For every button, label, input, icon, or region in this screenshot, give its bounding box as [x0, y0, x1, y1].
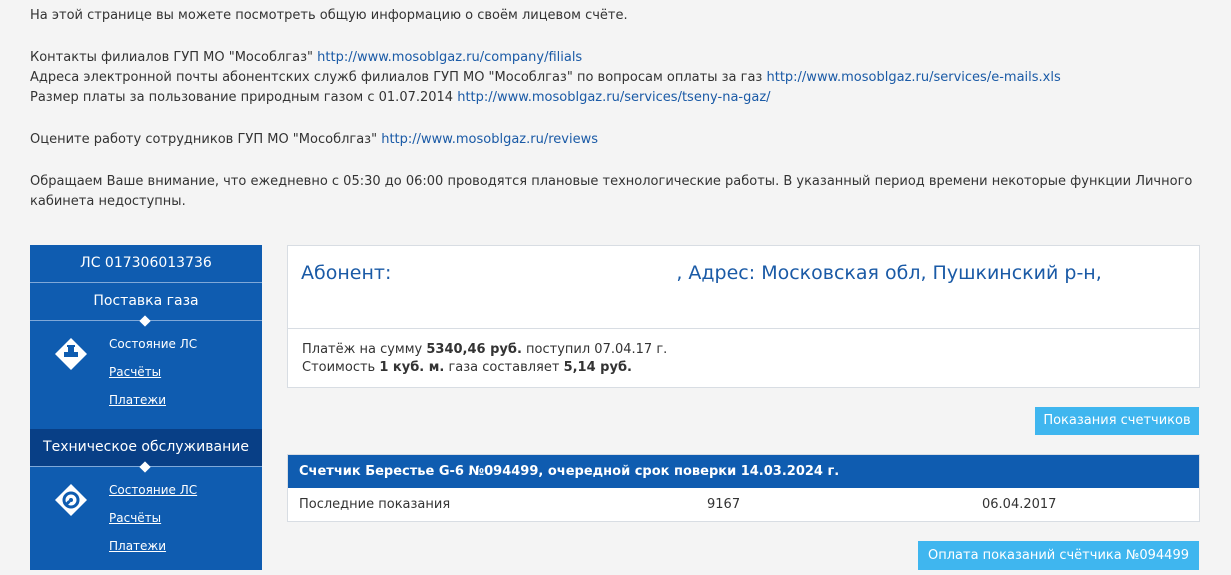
reading-value: 9167: [707, 497, 741, 512]
abonent-panel: Абонент: , Адрес: Московская обл, Пушкинс…: [287, 245, 1200, 388]
contacts-line: Контакты филиалов ГУП МО "Мособлгаз" htt…: [30, 48, 1210, 68]
section-title: Техническое обслуживание: [43, 439, 249, 455]
price-label: Размер платы за пользование природным га…: [30, 90, 454, 105]
payment-amount: 5340,46 руб.: [426, 342, 522, 357]
review-link[interactable]: http://www.mosoblgaz.ru/reviews: [381, 132, 598, 147]
divider: [288, 328, 1199, 329]
gas-supply-menu: Состояние ЛС Расчёты Платежи: [30, 321, 262, 429]
intro-line: На этой странице вы можете посмотреть об…: [30, 8, 628, 23]
gas-price: 5,14 руб.: [563, 360, 632, 375]
price-line: Размер платы за пользование природным га…: [30, 88, 1210, 108]
sidebar-item-gas-status[interactable]: Состояние ЛС: [109, 335, 197, 363]
contacts-link[interactable]: http://www.mosoblgaz.ru/company/filials: [317, 50, 582, 65]
sidebar-item-gas-payments[interactable]: Платежи: [109, 391, 197, 419]
sidebar-item-maintenance-payments[interactable]: Платежи: [109, 537, 197, 565]
meter-table: Счетчик Берестье G-6 №094499, очередной …: [287, 454, 1200, 522]
emails-label: Адреса электронной почты абонентских слу…: [30, 70, 763, 85]
sidebar-section-maintenance[interactable]: Техническое обслуживание: [30, 429, 262, 473]
reading-label: Последние показания: [299, 497, 451, 512]
contacts-label: Контакты филиалов ГУП МО "Мособлгаз": [30, 50, 313, 65]
sidebar-section-gas-supply[interactable]: Поставка газа: [30, 283, 262, 327]
sidebar-item-maintenance-status[interactable]: Состояние ЛС: [109, 481, 197, 509]
reading-date: 06.04.2017: [982, 497, 1057, 512]
maintenance-gear-icon: [55, 484, 87, 516]
account-sidebar: ЛС 017306013736 Поставка газа Состояние …: [30, 245, 262, 570]
emails-line: Адреса электронной почты абонентских слу…: [30, 68, 1210, 88]
meter-header: Счетчик Берестье G-6 №094499, очередной …: [288, 455, 1199, 488]
intro-text: На этой странице вы можете посмотреть об…: [30, 6, 1210, 212]
price-text: Стоимость: [302, 360, 376, 375]
payment-line: Платёж на сумму 5340,46 руб. поступил 07…: [302, 341, 667, 359]
account-number: ЛС 017306013736: [30, 245, 262, 283]
maintenance-menu: Состояние ЛС Расчёты Платежи: [30, 467, 262, 575]
table-row: Последние показания 9167 06.04.2017: [288, 488, 1199, 521]
maintenance-notice: Обращаем Ваше внимание, что ежедневно с …: [30, 174, 1193, 209]
review-label: Оцените работу сотрудников ГУП МО "Мособ…: [30, 132, 378, 147]
sidebar-item-gas-calculations[interactable]: Расчёты: [109, 363, 197, 391]
abonent-title: Абонент: , Адрес: Московская обл, Пушкинс…: [301, 262, 1102, 284]
payment-date-text: поступил 07.04.17 г.: [526, 342, 668, 357]
pay-meter-readings-button[interactable]: Оплата показаний счётчика №094499: [918, 541, 1199, 570]
sidebar-item-maintenance-calculations[interactable]: Расчёты: [109, 509, 197, 537]
emails-link[interactable]: http://www.mosoblgaz.ru/services/e-mails…: [766, 70, 1060, 85]
meter-readings-button[interactable]: Показания счетчиков: [1035, 407, 1199, 435]
price-text-2: газа составляет: [448, 360, 560, 375]
gas-price-line: Стоимость 1 куб. м. газа составляет 5,14…: [302, 359, 667, 377]
payment-text: Платёж на сумму: [302, 342, 423, 357]
gas-valve-icon: [55, 338, 87, 370]
abonent-prefix: Абонент:: [301, 262, 392, 284]
section-title: Поставка газа: [93, 293, 199, 309]
payment-info: Платёж на сумму 5340,46 руб. поступил 07…: [302, 341, 667, 377]
review-line: Оцените работу сотрудников ГУП МО "Мособ…: [30, 130, 1210, 150]
abonent-address: , Адрес: Московская обл, Пушкинский р-н,: [676, 262, 1102, 284]
price-unit: 1 куб. м.: [379, 360, 445, 375]
price-link[interactable]: http://www.mosoblgaz.ru/services/tseny-n…: [457, 90, 770, 105]
